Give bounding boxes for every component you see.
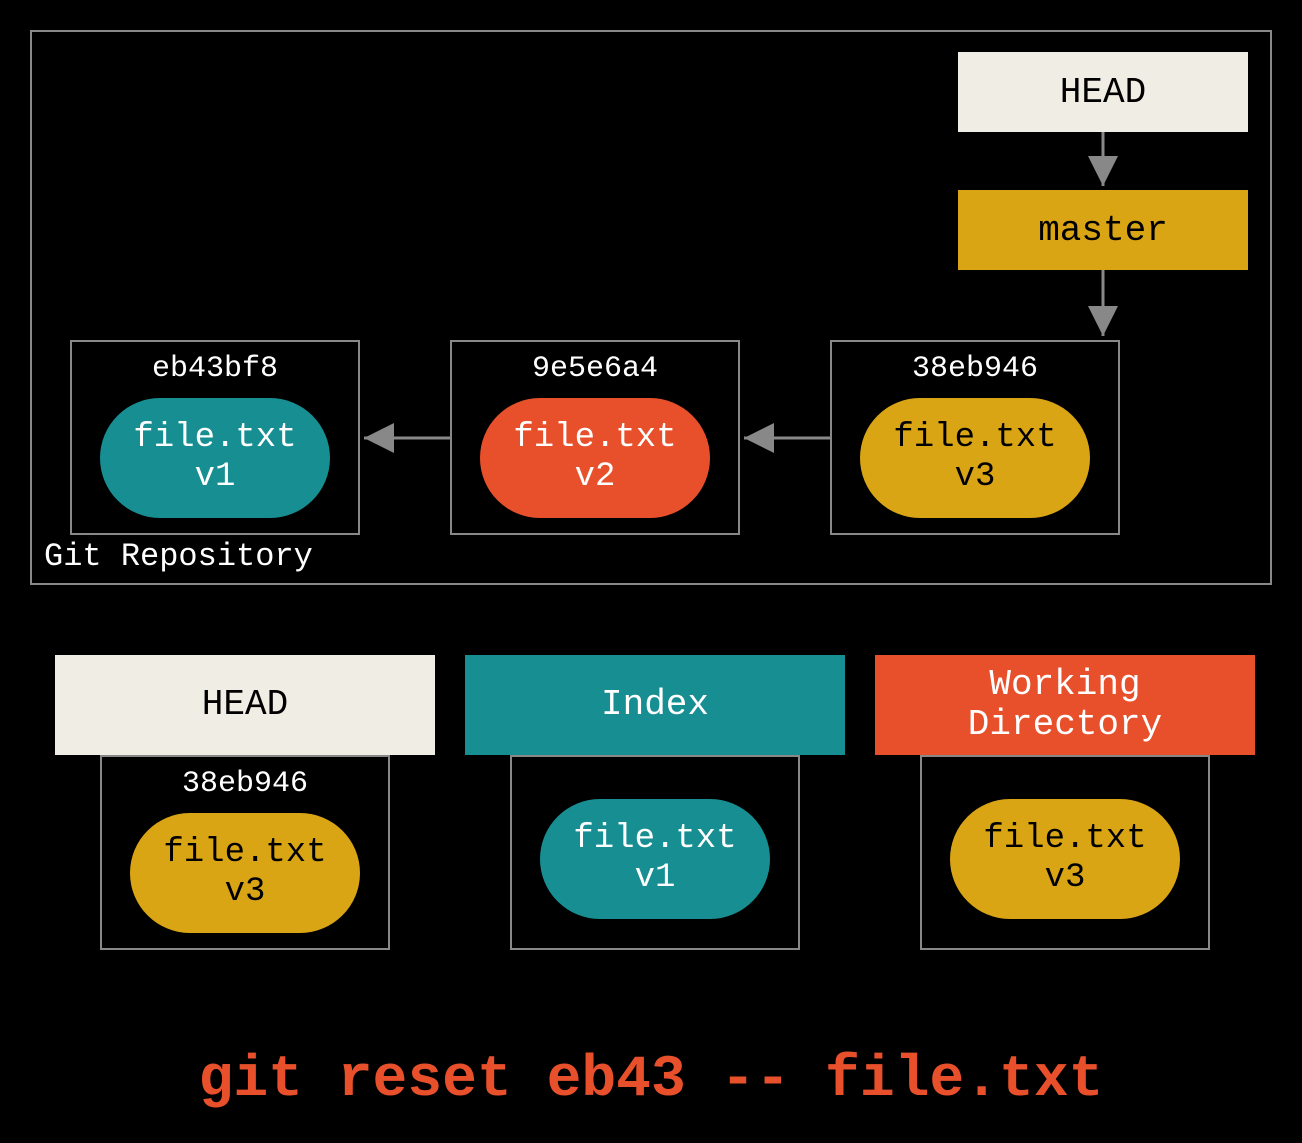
working-directory-box: file.txt v3 (920, 755, 1210, 950)
head-area-header: HEAD (55, 655, 435, 755)
file-name: file.txt (163, 834, 326, 873)
file-pill: file.txt v3 (860, 398, 1090, 518)
file-pill: file.txt v3 (130, 813, 360, 933)
file-pill: file.txt v1 (100, 398, 330, 518)
repo-label: Git Repository (44, 538, 313, 575)
file-name: file.txt (573, 820, 736, 859)
file-name: file.txt (893, 419, 1056, 458)
file-name: file.txt (983, 820, 1146, 859)
commit-hash: 9e5e6a4 (452, 352, 738, 386)
file-name: file.txt (133, 419, 296, 458)
commit-box-1: eb43bf8 file.txt v1 (70, 340, 360, 535)
commit-box-3: 38eb946 file.txt v3 (830, 340, 1120, 535)
file-name: file.txt (513, 419, 676, 458)
file-pill: file.txt v2 (480, 398, 710, 518)
index-area-header: Index (465, 655, 845, 755)
file-version: v1 (635, 859, 676, 898)
file-version: v3 (955, 458, 996, 497)
commit-hash: 38eb946 (832, 352, 1118, 386)
head-area-box: 38eb946 file.txt v3 (100, 755, 390, 950)
head-ref-box: HEAD (958, 52, 1248, 132)
file-version: v2 (575, 458, 616, 497)
working-directory-header: Working Directory (875, 655, 1255, 755)
commit-hash: eb43bf8 (72, 352, 358, 386)
git-command: git reset eb43 -- file.txt (0, 1048, 1302, 1113)
head-area-hash: 38eb946 (102, 767, 388, 801)
file-pill: file.txt v1 (540, 799, 770, 919)
file-pill: file.txt v3 (950, 799, 1180, 919)
commit-box-2: 9e5e6a4 file.txt v2 (450, 340, 740, 535)
file-version: v3 (1045, 859, 1086, 898)
master-branch-box: master (958, 190, 1248, 270)
file-version: v3 (225, 873, 266, 912)
index-area-box: file.txt v1 (510, 755, 800, 950)
file-version: v1 (195, 458, 236, 497)
